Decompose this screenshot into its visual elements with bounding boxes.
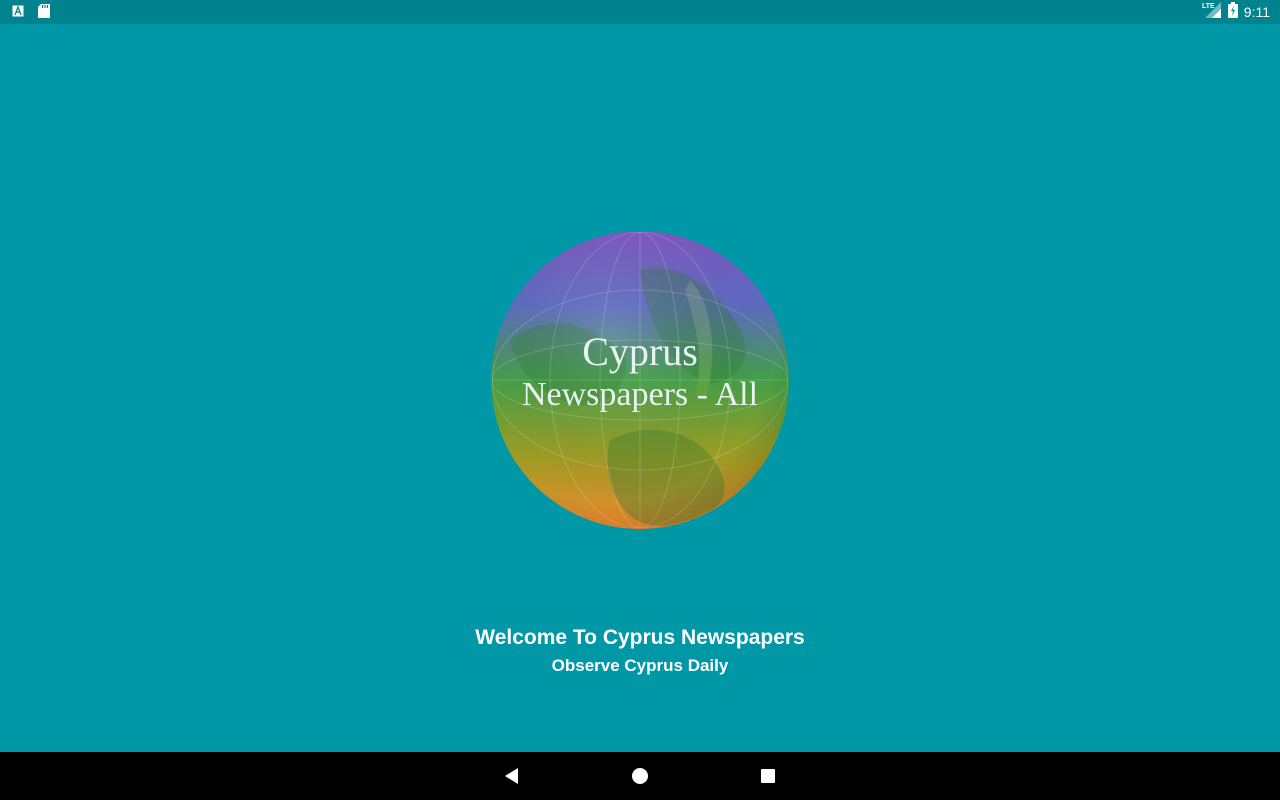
- recents-button[interactable]: [758, 766, 778, 786]
- welcome-subtitle: Observe Cyprus Daily: [551, 656, 729, 675]
- logo-title-line1: Cyprus: [582, 329, 698, 374]
- sd-card-icon: [38, 4, 50, 22]
- welcome-title: Welcome To Cyprus Newspapers: [475, 626, 805, 649]
- back-icon: [505, 768, 518, 784]
- logo-title-line2: Newspapers - All: [521, 376, 759, 413]
- home-button[interactable]: [630, 766, 650, 786]
- lte-signal-icon: LTE: [1202, 1, 1222, 23]
- globe-logo: Cyprus Newspapers - All: [490, 230, 790, 530]
- text-a-icon: [12, 5, 24, 21]
- status-left-icons: [12, 4, 50, 22]
- navigation-bar: [0, 752, 1280, 800]
- home-icon: [632, 768, 648, 784]
- splash-screen: Cyprus Newspapers - All Welcome To Cypru…: [0, 24, 1280, 752]
- svg-text:LTE: LTE: [1202, 3, 1215, 10]
- status-time: 9:11: [1243, 4, 1270, 20]
- app-screen: LTE 9:11 Cyprus Newspapers - All Welcome…: [0, 0, 1280, 800]
- status-right-icons: LTE 9:11: [1202, 2, 1270, 22]
- back-button[interactable]: [502, 766, 522, 786]
- status-bar: LTE 9:11: [0, 0, 1280, 24]
- battery-charging-icon: [1227, 2, 1238, 22]
- recents-icon: [761, 769, 775, 783]
